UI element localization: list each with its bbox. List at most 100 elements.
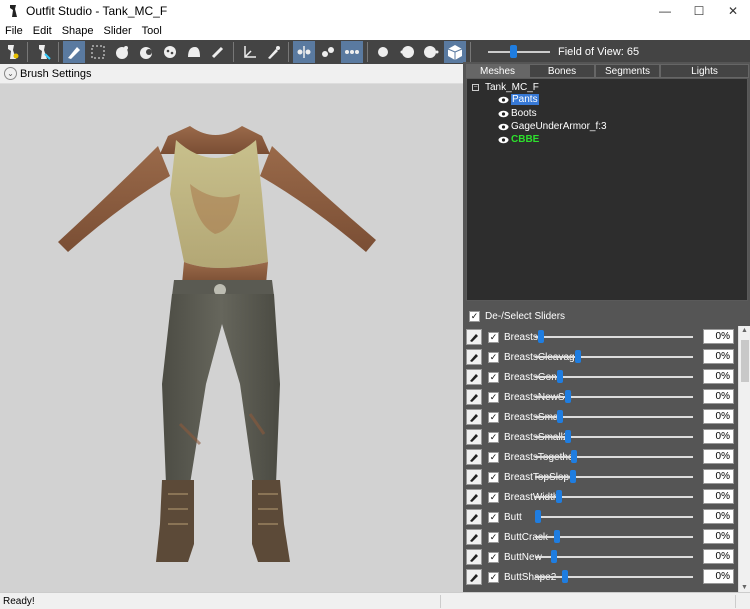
edit-slider-button[interactable] — [466, 509, 482, 525]
slider-thumb[interactable] — [561, 570, 568, 583]
slider-track[interactable] — [535, 336, 693, 338]
tab-lights[interactable]: Lights — [660, 64, 749, 78]
menu-shape[interactable]: Shape — [57, 25, 99, 37]
slider-value-field[interactable]: 0% — [703, 369, 734, 384]
mirror-x-button[interactable] — [293, 41, 315, 63]
slider-value-field[interactable]: 0% — [703, 469, 734, 484]
slider-checkbox[interactable]: ✓ — [488, 511, 499, 523]
slider-checkbox[interactable]: ✓ — [488, 531, 499, 543]
edit-slider-button[interactable] — [466, 549, 482, 565]
minimize-button[interactable]: — — [648, 0, 682, 22]
slider-track[interactable] — [535, 516, 693, 518]
weight-brush-button[interactable] — [207, 41, 229, 63]
3d-viewport[interactable] — [0, 84, 463, 592]
edit-slider-button[interactable] — [466, 349, 482, 365]
collapse-icon[interactable]: − — [472, 84, 479, 91]
eye-icon[interactable] — [498, 96, 509, 104]
slider-track[interactable] — [535, 476, 693, 478]
view-perspective-button[interactable] — [444, 41, 466, 63]
fov-thumb[interactable] — [510, 45, 517, 58]
eye-icon[interactable] — [498, 136, 509, 144]
view-left-button[interactable] — [396, 41, 418, 63]
menu-file[interactable]: File — [0, 25, 28, 37]
slider-value-field[interactable]: 0% — [703, 409, 734, 424]
slider-checkbox[interactable]: ✓ — [488, 551, 499, 563]
field-of-view-slider[interactable] — [488, 41, 550, 63]
mask-brush-button[interactable] — [87, 41, 109, 63]
slider-thumb[interactable] — [535, 510, 541, 523]
slider-track[interactable] — [535, 456, 693, 458]
slider-checkbox[interactable]: ✓ — [488, 391, 499, 403]
edit-slider-button[interactable] — [466, 569, 482, 585]
slider-track[interactable] — [535, 576, 693, 578]
move-brush-button[interactable] — [159, 41, 181, 63]
slider-thumb[interactable] — [538, 330, 545, 343]
tree-root[interactable]: − Tank_MC_F — [472, 82, 539, 93]
slider-checkbox[interactable]: ✓ — [488, 331, 499, 343]
edit-slider-button[interactable] — [466, 389, 482, 405]
inflate-brush-button[interactable] — [111, 41, 133, 63]
edit-slider-button[interactable] — [466, 409, 482, 425]
scroll-down-icon[interactable]: ▼ — [741, 584, 748, 591]
slider-thumb[interactable] — [557, 370, 564, 383]
slider-track[interactable] — [535, 356, 693, 358]
brush-settings-header[interactable]: ⌄ Brush Settings — [0, 64, 463, 84]
edit-slider-button[interactable] — [466, 489, 482, 505]
slider-checkbox[interactable]: ✓ — [488, 471, 499, 483]
slider-thumb[interactable] — [555, 490, 562, 503]
slider-checkbox[interactable]: ✓ — [488, 571, 499, 583]
scrollbar-thumb[interactable] — [741, 340, 749, 382]
tree-item-gageunderarmor[interactable]: GageUnderArmor_f:3 — [498, 121, 607, 132]
slider-value-field[interactable]: 0% — [703, 389, 734, 404]
connected-only-button[interactable] — [317, 41, 339, 63]
menu-slider[interactable]: Slider — [99, 25, 137, 37]
close-button[interactable]: ✕ — [716, 0, 750, 22]
slider-thumb[interactable] — [553, 530, 560, 543]
brush-standard-button[interactable] — [63, 41, 85, 63]
slider-checkbox[interactable]: ✓ — [488, 371, 499, 383]
slider-value-field[interactable]: 0% — [703, 509, 734, 524]
menu-edit[interactable]: Edit — [28, 25, 57, 37]
slider-checkbox[interactable]: ✓ — [488, 431, 499, 443]
slider-thumb[interactable] — [574, 350, 581, 363]
edit-slider-button[interactable] — [466, 369, 482, 385]
eye-icon[interactable] — [498, 123, 509, 131]
slider-value-field[interactable]: 0% — [703, 569, 734, 584]
edit-slider-button[interactable] — [466, 529, 482, 545]
scroll-up-icon[interactable]: ▲ — [741, 327, 748, 334]
slider-thumb[interactable] — [569, 470, 576, 483]
transform-tool-button[interactable] — [32, 41, 54, 63]
slider-value-field[interactable]: 0% — [703, 529, 734, 544]
edit-slider-button[interactable] — [466, 429, 482, 445]
slider-checkbox[interactable]: ✓ — [488, 491, 499, 503]
select-tool-button[interactable] — [1, 41, 23, 63]
edit-slider-button[interactable] — [466, 329, 482, 345]
view-right-button[interactable] — [420, 41, 442, 63]
tab-bones[interactable]: Bones — [529, 64, 595, 78]
tab-meshes[interactable]: Meshes — [466, 64, 529, 78]
tab-segments[interactable]: Segments — [595, 64, 660, 78]
slider-value-field[interactable]: 0% — [703, 549, 734, 564]
slider-track[interactable] — [535, 396, 693, 398]
slider-scrollbar[interactable]: ▲ ▼ — [738, 326, 750, 592]
slider-value-field[interactable]: 0% — [703, 349, 734, 364]
slider-checkbox[interactable]: ✓ — [488, 411, 499, 423]
color-pick-button[interactable] — [262, 41, 284, 63]
tree-item-cbbe[interactable]: CBBE — [498, 134, 539, 145]
slider-checkbox[interactable]: ✓ — [488, 451, 499, 463]
slider-value-field[interactable]: 0% — [703, 489, 734, 504]
tree-item-boots[interactable]: Boots — [498, 108, 537, 119]
axes-toggle-button[interactable] — [238, 41, 260, 63]
slider-track[interactable] — [535, 436, 693, 438]
slider-thumb[interactable] — [571, 450, 578, 463]
slider-thumb[interactable] — [565, 390, 572, 403]
deflate-brush-button[interactable] — [135, 41, 157, 63]
smooth-brush-button[interactable] — [183, 41, 205, 63]
slider-value-field[interactable]: 0% — [703, 449, 734, 464]
slider-thumb[interactable] — [565, 430, 572, 443]
slider-value-field[interactable]: 0% — [703, 329, 734, 344]
edit-slider-button[interactable] — [466, 449, 482, 465]
global-brush-button[interactable] — [341, 41, 363, 63]
menu-tool[interactable]: Tool — [137, 25, 167, 37]
view-front-button[interactable] — [372, 41, 394, 63]
